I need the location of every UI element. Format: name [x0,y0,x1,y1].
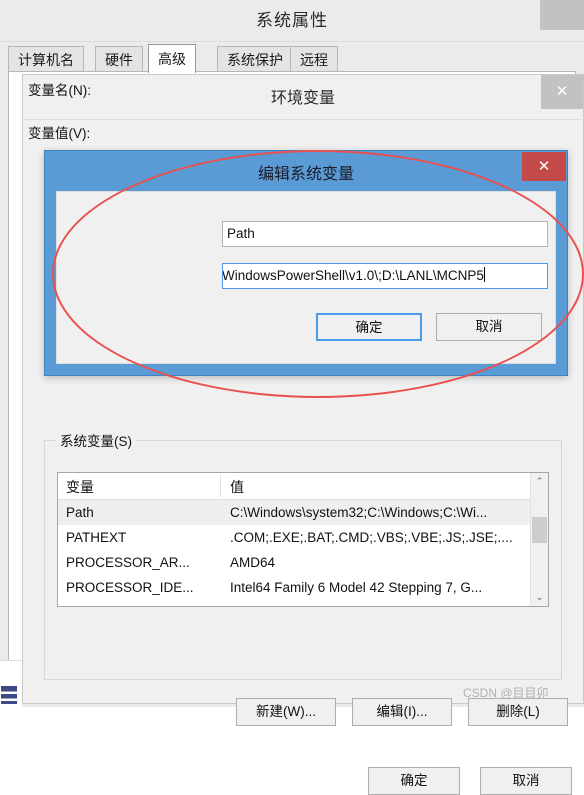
variable-value-label: 变量值(V): [28,126,91,141]
cancel-button[interactable]: 取消 [436,313,542,341]
table-header-row: 变量 值 [58,473,548,500]
ok-button[interactable]: 确定 [316,313,422,341]
tab-hardware[interactable]: 硬件 [95,46,143,72]
chevron-down-icon[interactable]: ⌄ [531,589,548,606]
cell-value: C:\Windows\system32;C:\Windows;C:\Wi... [230,505,488,520]
tab-remote[interactable]: 远程 [290,46,338,72]
cell-variable: Path [66,505,94,520]
edit-variable-button[interactable]: 编辑(I)... [352,698,452,726]
scrollbar-thumb[interactable] [532,517,547,543]
variable-value-input[interactable]: WindowsPowerShell\v1.0\;D:\LANL\MCNP5 [222,263,548,289]
environment-variables-titlebar: 环境变量 ✕ [23,75,583,119]
chevron-up-icon[interactable]: ⌃ [531,473,548,490]
table-row[interactable]: PROCESSOR_AR... AMD64 [58,550,548,575]
system-properties-window: 系统属性 计算机名 硬件 高级 系统保护 远程 环境变量 ✕ Administr… [0,0,584,795]
cell-variable: PATHEXT [66,530,127,545]
table-row[interactable]: PROCESSOR_IDE... Intel64 Family 6 Model … [58,575,548,600]
cell-value: .COM;.EXE;.BAT;.CMD;.VBS;.VBE;.JS;.JSE;.… [230,530,513,545]
variable-name-text: Path [227,226,255,241]
tab-advanced[interactable]: 高级 [148,44,196,73]
system-variables-table[interactable]: 变量 值 Path C:\Windows\system32;C:\Windows… [57,472,549,607]
close-icon[interactable]: ✕ [541,75,583,109]
cell-value: Intel64 Family 6 Model 42 Stepping 7, G.… [230,580,483,595]
cell-variable: PROCESSOR_IDE... [66,580,194,595]
column-header-variable[interactable]: 变量 [66,477,94,497]
variable-value-text: WindowsPowerShell\v1.0\;D:\LANL\MCNP5 [222,268,484,283]
tab-system-protection[interactable]: 系统保护 [217,46,293,72]
column-divider[interactable] [220,475,221,497]
text-caret [483,267,485,282]
page-title: 系统属性 [256,11,328,30]
window-controls-stub[interactable] [540,0,584,30]
variable-name-input[interactable]: Path [222,221,548,247]
edit-system-variable-titlebar: 编辑系统变量 ✕ [45,151,567,191]
environment-variables-title: 环境变量 [270,90,335,107]
system-properties-titlebar: 系统属性 [0,0,584,42]
delete-variable-button[interactable]: 删除(L) [468,698,568,726]
taskbar-icon[interactable] [1,686,17,704]
table-scrollbar[interactable]: ⌃ ⌄ [530,473,548,606]
watermark: CSDN @目目卯 [463,686,549,700]
table-row[interactable]: Path C:\Windows\system32;C:\Windows;C:\W… [58,500,548,525]
system-variables-group-label: 系统变量(S) [56,430,136,450]
new-variable-button[interactable]: 新建(W)... [236,698,336,726]
edit-system-variable-title: 编辑系统变量 [257,166,354,183]
table-row[interactable]: PATHEXT .COM;.EXE;.BAT;.CMD;.VBS;.VBE;.J… [58,525,548,550]
close-icon[interactable]: ✕ [522,152,566,181]
tabstrip: 计算机名 硬件 高级 系统保护 远程 [8,44,576,73]
cancel-button[interactable]: 取消 [480,767,572,795]
tab-computer-name[interactable]: 计算机名 [8,46,84,72]
cell-variable: PROCESSOR_AR... [66,555,190,570]
variable-name-label: 变量名(N): [28,83,91,98]
ok-button[interactable]: 确定 [368,767,460,795]
cell-value: AMD64 [230,555,276,570]
column-header-value[interactable]: 值 [230,477,244,497]
